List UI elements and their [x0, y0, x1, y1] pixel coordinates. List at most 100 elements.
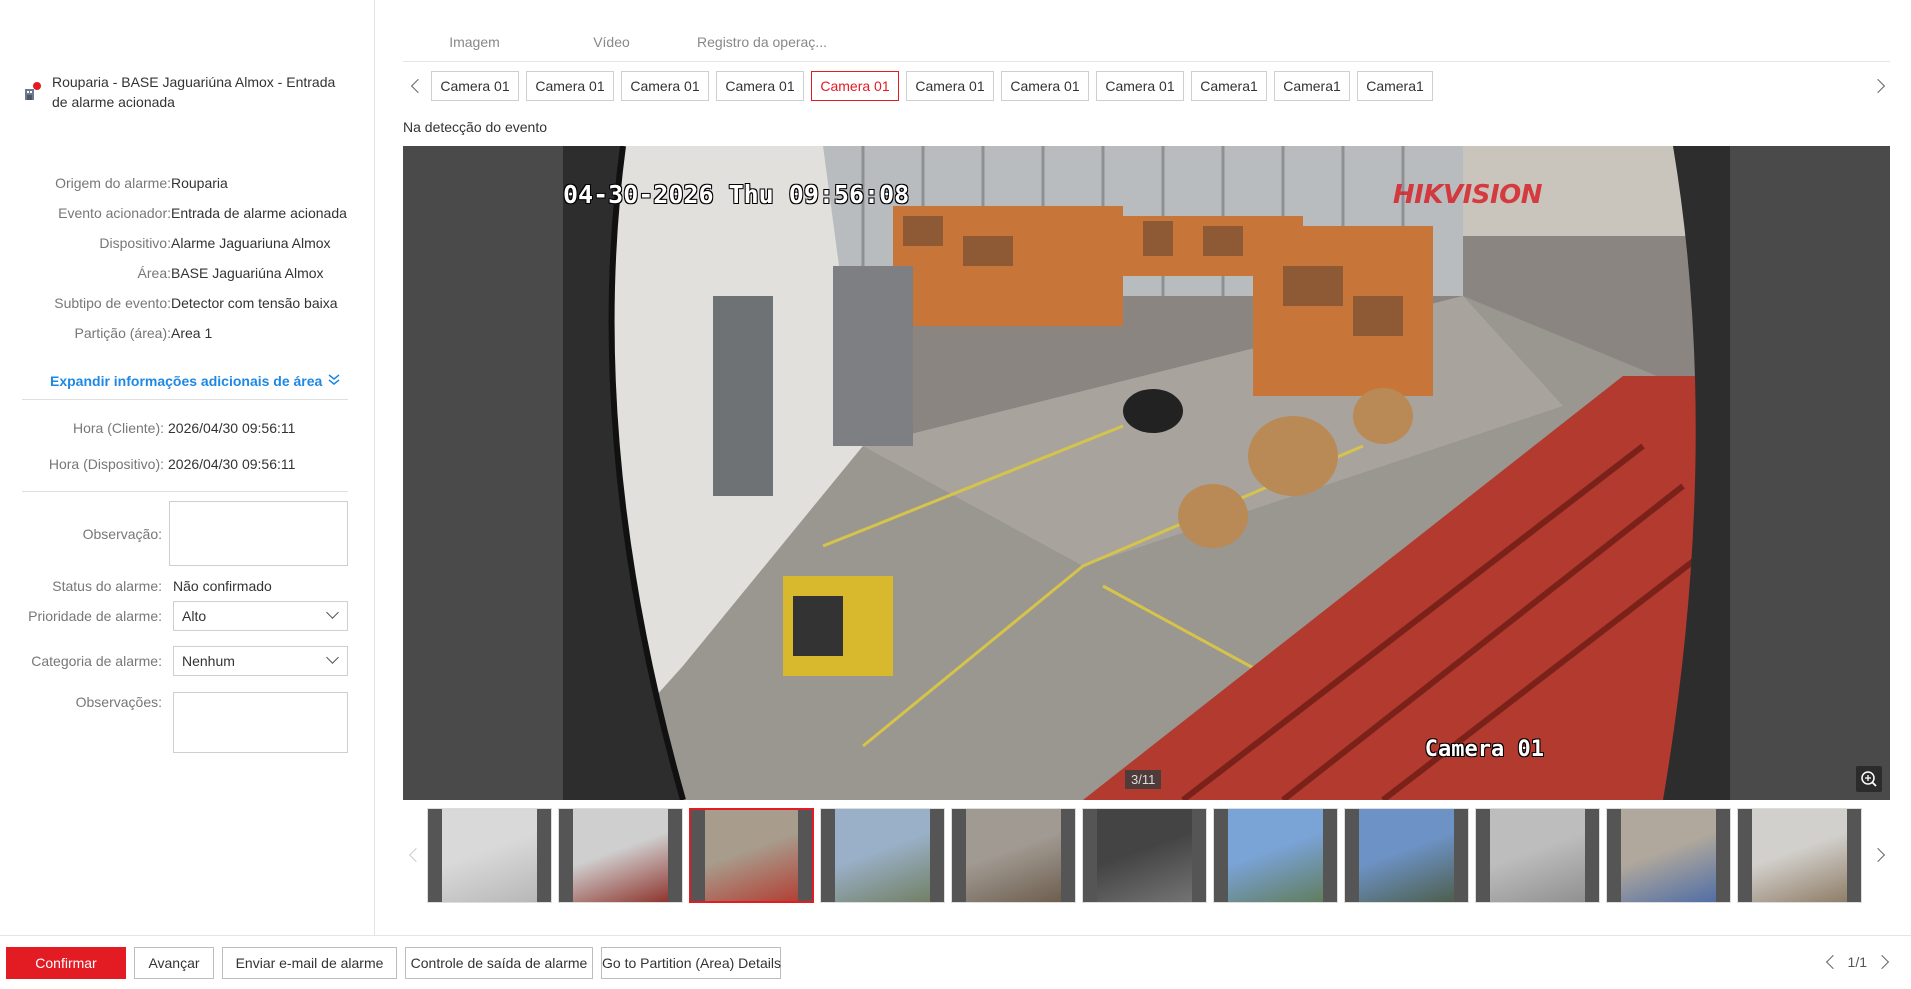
alarm-info-row: Origem do alarme: Rouparia — [0, 173, 375, 193]
time-info-value: 2026/04/30 09:56:11 — [168, 420, 296, 436]
alarm-category-select[interactable]: Nenhum — [173, 646, 348, 676]
action-toolbar: Confirmar Avançar Enviar e-mail de alarm… — [0, 935, 1911, 989]
thumbnail-image — [952, 809, 1075, 902]
thumbnail[interactable] — [1606, 808, 1731, 903]
alarm-info-label: Subtipo de evento: — [54, 295, 171, 311]
brand-watermark: HIKVISION — [1392, 180, 1543, 210]
alarm-info-row: Dispositivo: Alarme Jaguariuna Almox — [0, 233, 375, 253]
alarm-header: Rouparia - BASE Jaguariúna Almox - Entra… — [24, 72, 354, 112]
alarm-output-control-button[interactable]: Controle de saída de alarme — [405, 947, 593, 979]
observacao-textarea[interactable] — [169, 501, 348, 566]
thumbnail[interactable] — [558, 808, 683, 903]
thumbnail-strip — [403, 808, 1890, 904]
chevron-down-icon — [326, 606, 339, 619]
thumbnail-image — [1607, 809, 1730, 902]
alarm-info-row: Subtipo de evento: Detector com tensão ba… — [0, 293, 375, 313]
thumbnail-image — [1345, 809, 1468, 902]
page-next-arrow-icon[interactable] — [1874, 954, 1890, 970]
tab-video[interactable]: Vídeo — [546, 28, 677, 61]
camera-button[interactable]: Camera 01 — [716, 71, 804, 101]
alarm-info-label: Origem do alarme: — [55, 175, 171, 191]
thumbnail[interactable] — [1475, 808, 1600, 903]
go-to-partition-details-button[interactable]: Go to Partition (Area) Details — [601, 947, 781, 979]
camera-button[interactable]: Camera 01 — [431, 71, 519, 101]
camera-button[interactable]: Camera 01 — [526, 71, 614, 101]
thumbnail[interactable] — [427, 808, 552, 903]
thumbnail-image — [559, 809, 682, 902]
alarm-status-label: Status do alarme: — [52, 578, 162, 594]
camera-button[interactable]: Camera 01 — [621, 71, 709, 101]
thumbnail[interactable] — [1344, 808, 1469, 903]
thumb-next-arrow-icon[interactable] — [1870, 847, 1886, 863]
alarm-info-label: Partição (área): — [74, 325, 171, 341]
alarm-info-value: Entrada de alarme acionada — [171, 205, 347, 221]
alarm-info-value: Area 1 — [171, 325, 213, 341]
image-timestamp: 04-30-2026 Thu 09:56:08 — [563, 180, 910, 209]
tab-registro[interactable]: Registro da operaç... — [677, 28, 847, 61]
thumbnail-image — [691, 810, 812, 901]
detection-label: Na detecção do evento — [403, 119, 547, 135]
expand-area-info-label: Expandir informações adicionais de área — [50, 373, 323, 389]
page-indicator: 1/1 — [1847, 954, 1867, 970]
camera-name-overlay: Camera 01 — [1424, 737, 1544, 762]
time-info-row: Hora (Dispositivo): 2026/04/30 09:56:11 — [0, 454, 375, 474]
thumbnail-image — [1083, 809, 1206, 902]
pager: 1/1 — [1825, 954, 1890, 970]
time-info-value: 2026/04/30 09:56:11 — [168, 456, 296, 472]
alarm-info-value: BASE Jaguariúna Almox — [171, 265, 324, 281]
thumbnail-image — [821, 809, 944, 902]
alarm-title: Rouparia - BASE Jaguariúna Almox - Entra… — [52, 74, 336, 110]
observacao-label: Observação: — [82, 526, 162, 542]
expand-area-info-link[interactable]: Expandir informações adicionais de área — [50, 373, 340, 389]
tab-imagem[interactable]: Imagem — [403, 28, 546, 61]
thumbnail[interactable] — [1737, 808, 1862, 903]
divider — [22, 491, 348, 492]
observacoes-label: Observações: — [75, 694, 162, 710]
camera-button[interactable]: Camera1 — [1357, 71, 1433, 101]
time-info-label: Hora (Cliente): — [72, 420, 164, 436]
camera-button[interactable]: Camera 01 — [811, 71, 899, 101]
camera-button[interactable]: Camera 01 — [906, 71, 994, 101]
alarm-info-label: Dispositivo: — [99, 235, 171, 251]
advance-button[interactable]: Avançar — [134, 947, 214, 979]
alarm-info-row: Área: BASE Jaguariúna Almox — [0, 263, 375, 283]
alarm-info-label: Evento acionador: — [58, 205, 171, 221]
camera-button[interactable]: Camera1 — [1274, 71, 1350, 101]
divider — [22, 399, 348, 400]
send-alarm-email-button[interactable]: Enviar e-mail de alarme — [222, 947, 397, 979]
alarm-priority-value: Alto — [182, 608, 207, 624]
time-info-row: Hora (Cliente): 2026/04/30 09:56:11 — [0, 418, 375, 438]
alarm-status-value: Não confirmado — [173, 578, 272, 594]
alarm-priority-select[interactable]: Alto — [173, 601, 348, 631]
camera-button[interactable]: Camera 01 — [1096, 71, 1184, 101]
tab-video-label: Vídeo — [593, 34, 630, 50]
page-prev-arrow-icon[interactable] — [1825, 954, 1840, 970]
camera-next-arrow-icon[interactable] — [1870, 78, 1886, 94]
observacoes-textarea[interactable] — [173, 692, 348, 753]
tab-imagem-label: Imagem — [449, 34, 500, 50]
camera-selector: Camera 01 Camera 01 Camera 01 Camera 01 Came… — [403, 71, 1890, 102]
camera-button[interactable]: Camera 01 — [1001, 71, 1089, 101]
thumbnail[interactable] — [689, 808, 814, 903]
thumbnail[interactable] — [951, 808, 1076, 903]
camera-prev-arrow-icon[interactable] — [410, 78, 426, 94]
chevron-down-icon — [326, 651, 339, 664]
thumbnail[interactable] — [820, 808, 945, 903]
tab-registro-label: Registro da operaç... — [697, 34, 827, 50]
alarm-priority-label: Prioridade de alarme: — [28, 608, 162, 624]
image-counter: 3/11 — [1125, 770, 1162, 789]
camera-button[interactable]: Camera1 — [1191, 71, 1267, 101]
zoom-in-icon[interactable] — [1856, 766, 1882, 792]
alarm-info-value: Detector com tensão baixa — [171, 295, 338, 311]
confirm-button[interactable]: Confirmar — [6, 947, 126, 979]
alarm-info-row: Partição (área): Area 1 — [0, 323, 375, 343]
tab-bar: Imagem Vídeo Registro da operaç... — [403, 28, 1890, 62]
alarm-category-label: Categoria de alarme: — [31, 653, 162, 669]
image-viewer[interactable]: 04-30-2026 Thu 09:56:08 HIKVISION Camera… — [403, 146, 1890, 800]
thumb-prev-arrow-icon[interactable] — [408, 847, 424, 863]
alarm-info-value: Rouparia — [171, 175, 228, 191]
thumbnail[interactable] — [1213, 808, 1338, 903]
thumbnail-image — [428, 809, 551, 902]
thumbnail[interactable] — [1082, 808, 1207, 903]
alarm-info-value: Alarme Jaguariuna Almox — [171, 235, 331, 251]
